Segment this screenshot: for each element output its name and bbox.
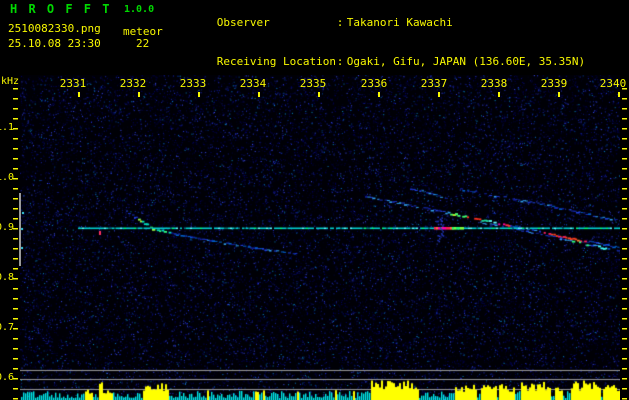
freq-tick-label: 0.8	[0, 272, 15, 283]
time-tick-label: 2335	[299, 77, 327, 90]
time-tick-label: 2332	[119, 77, 147, 90]
time-tick-mark	[258, 92, 260, 97]
info-label: Observer	[216, 16, 270, 29]
time-tick-mark	[138, 92, 140, 97]
time-tick-mark	[558, 92, 560, 97]
frequency-axis-ticks-left	[13, 88, 18, 400]
info-row-observer: Observer: Takanori Kawachi	[177, 3, 585, 42]
info-colon: :	[336, 55, 344, 68]
time-tick-label: 2334	[239, 77, 267, 90]
time-tick-label: 2336	[360, 77, 388, 90]
time-tick-label: 2339	[540, 77, 568, 90]
time-tick-mark	[378, 92, 380, 97]
time-tick-label: 2333	[179, 77, 207, 90]
time-tick-label: 2338	[480, 77, 508, 90]
time-tick-mark	[438, 92, 440, 97]
time-tick-label: 2331	[59, 77, 87, 90]
hrofft-screenshot: H R O F F T 1.0.0 2510082330.png meteor …	[0, 0, 629, 400]
freq-tick-label: 0.7	[0, 322, 15, 333]
frequency-axis-ticks-right	[622, 88, 627, 400]
time-tick-mark	[318, 92, 320, 97]
output-filename: 2510082330.png	[8, 22, 101, 35]
info-value: Takanori Kawachi	[346, 16, 453, 29]
spectrogram-canvas	[20, 75, 620, 400]
app-version: 1.0.0	[124, 4, 155, 15]
time-tick-mark	[498, 92, 500, 97]
freq-tick-label: 1.1	[0, 122, 15, 133]
info-label: Receiving Location	[216, 55, 336, 68]
time-tick-mark	[198, 92, 200, 97]
frequency-axis-unit: kHz	[1, 76, 20, 87]
echo-count-value: 22	[136, 37, 150, 50]
freq-tick-label: 0.6	[0, 372, 15, 383]
datetime-label: 25.10.08 23:30	[8, 37, 101, 50]
time-tick-label: 2337	[420, 77, 448, 90]
time-tick-mark	[618, 92, 620, 97]
band-marker-line	[19, 193, 21, 266]
app-title: H R O F F T	[10, 2, 112, 16]
freq-tick-label: 0.9	[0, 222, 15, 233]
freq-tick-label: 1.0	[0, 172, 15, 183]
time-tick-mark	[78, 92, 80, 97]
info-value: Ogaki, Gifu, JAPAN (136.60E, 35.35N)	[346, 55, 586, 68]
info-colon: :	[336, 16, 344, 29]
